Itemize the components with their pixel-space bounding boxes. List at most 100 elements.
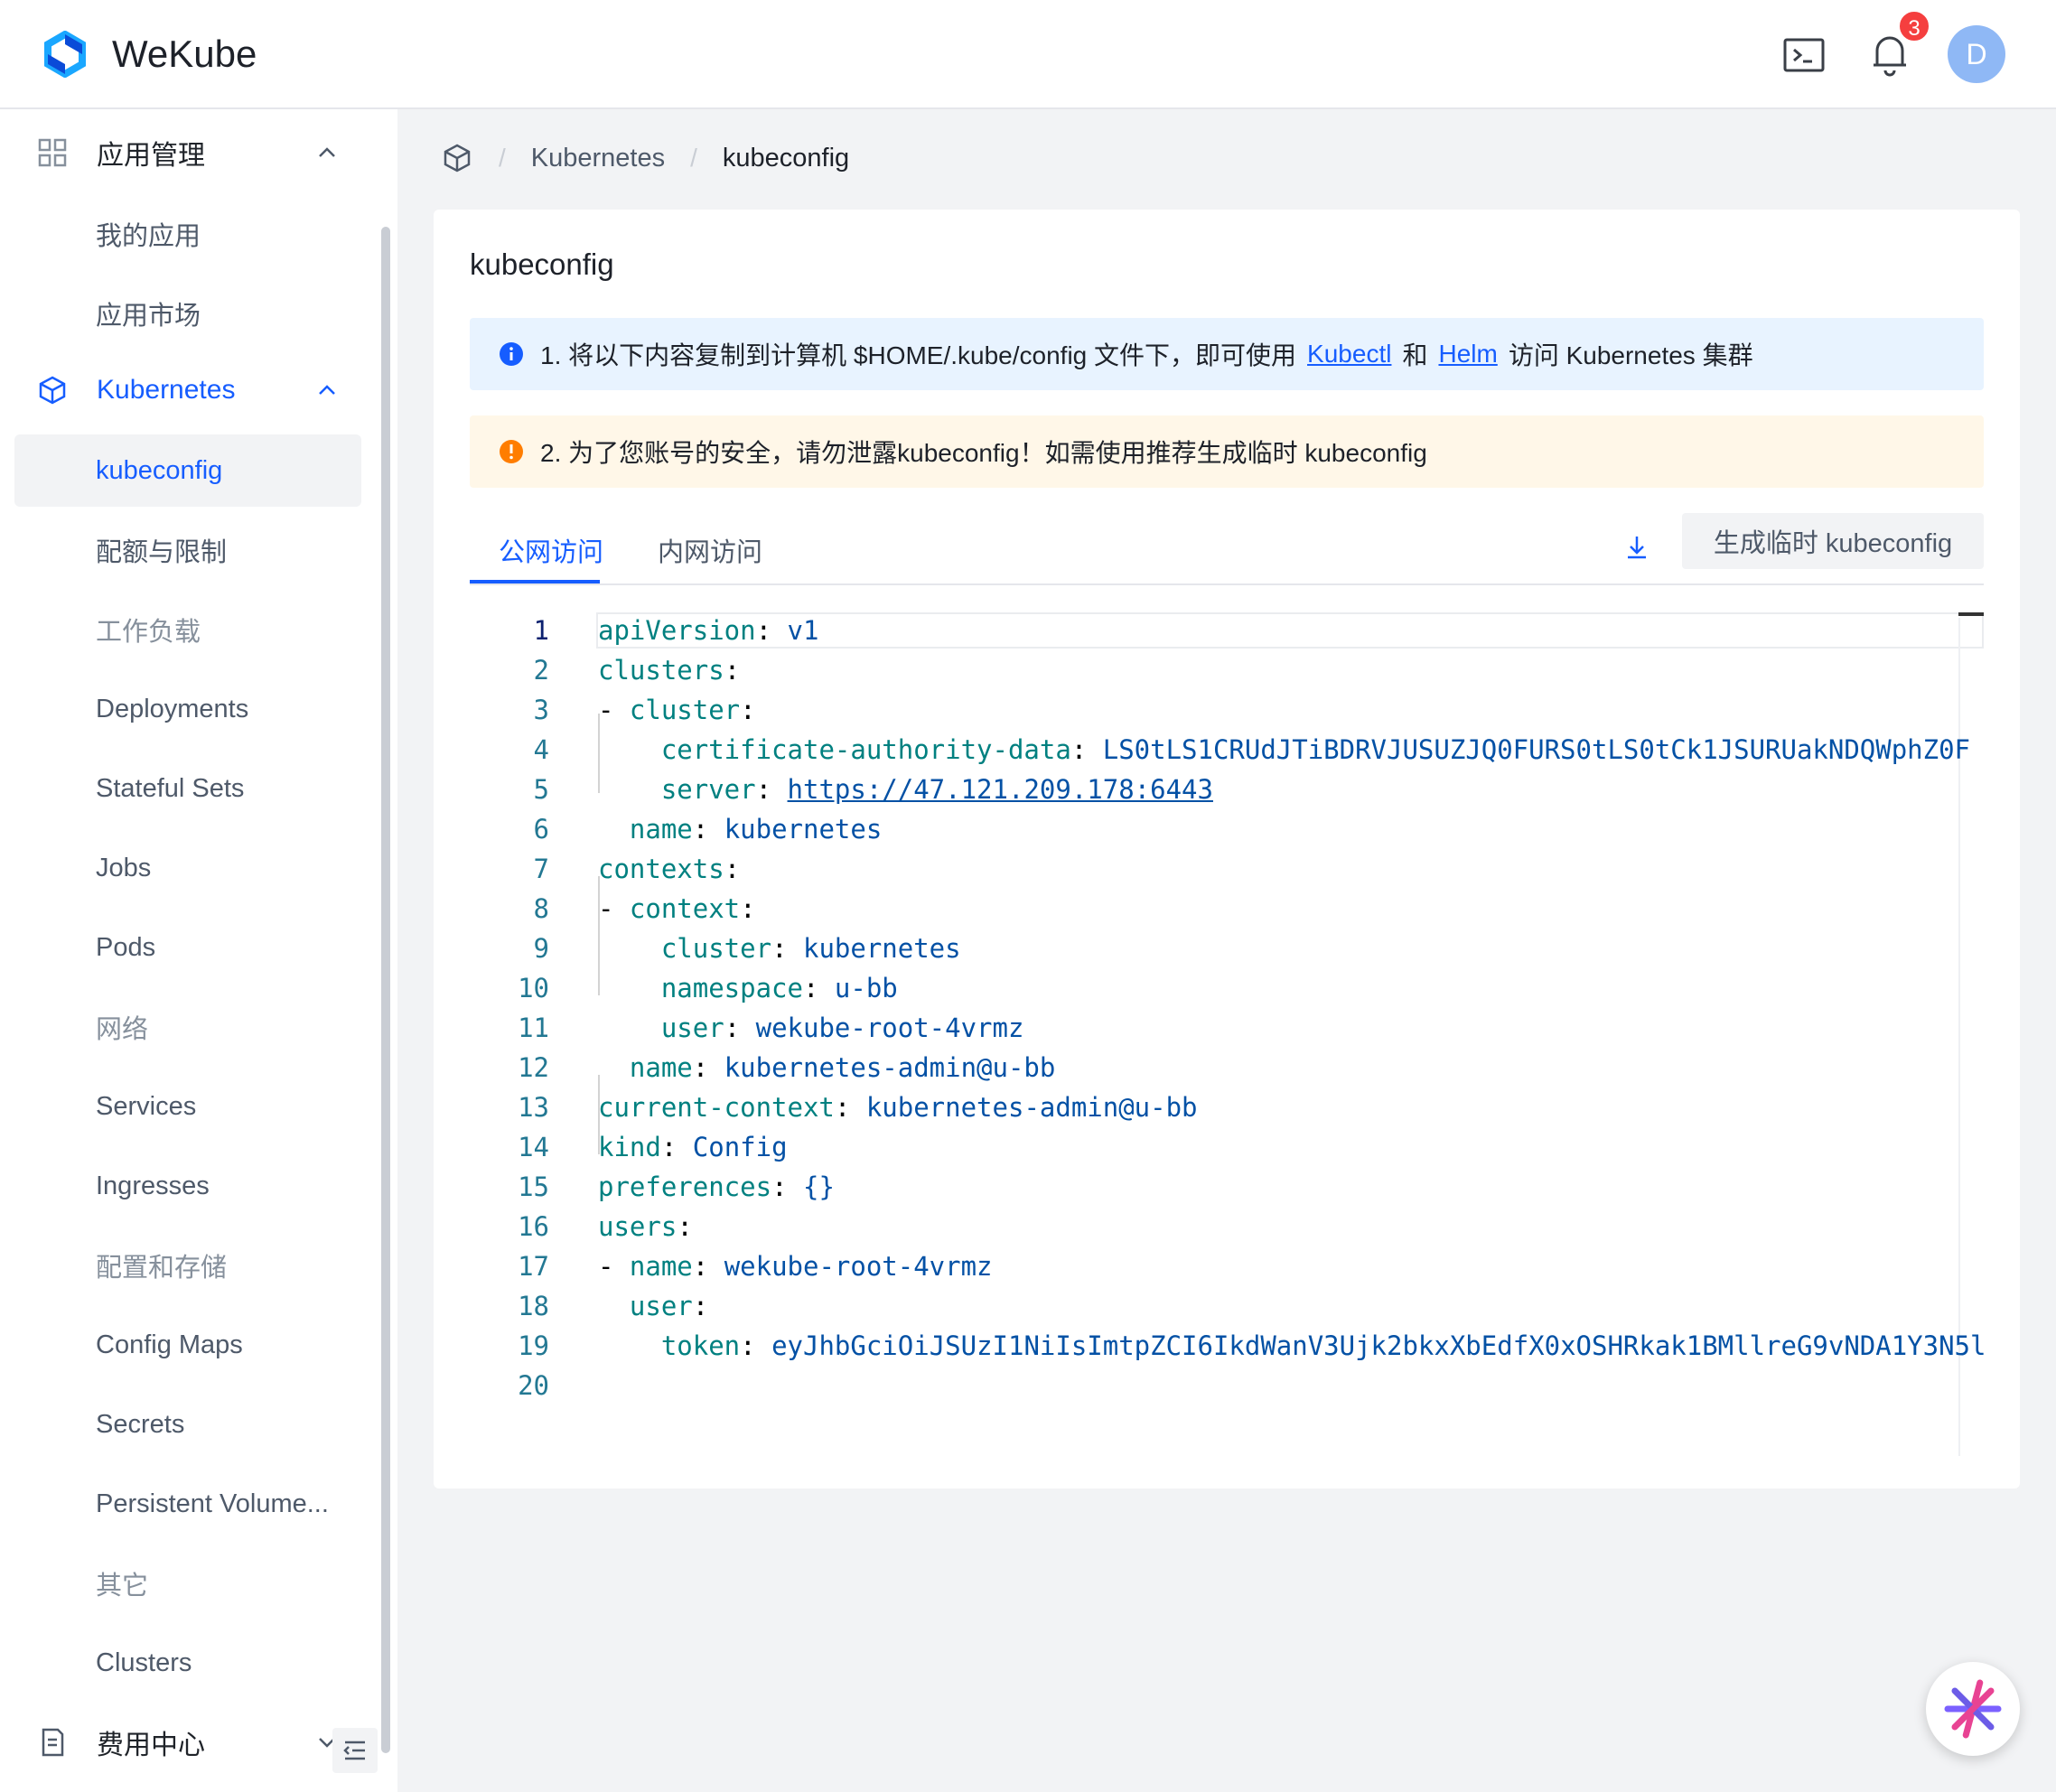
- yaml-key: user: [660, 1013, 724, 1043]
- line-number: 11: [518, 1013, 549, 1043]
- line-number: 6: [533, 814, 549, 845]
- code-line: 17 - name: wekube-root-4vrmz: [470, 1246, 1958, 1286]
- terminal-icon[interactable]: [1781, 33, 1827, 78]
- line-number: 3: [533, 695, 549, 725]
- code-line: 14 kind: Config: [470, 1127, 1958, 1167]
- yaml-key: certificate-authority-data: [660, 734, 1071, 765]
- yaml-key: namespace: [660, 973, 803, 1003]
- download-icon[interactable]: [1617, 527, 1657, 567]
- info-text-pre: 1. 将以下内容复制到计算机 $HOME/.kube/config 文件下，即可…: [540, 341, 1297, 369]
- server-url-link[interactable]: https://47.121.209.178:6443: [788, 774, 1213, 805]
- yaml-value: kubernetes: [724, 814, 883, 845]
- yaml-key: server: [660, 774, 756, 805]
- yaml-key: current-context: [598, 1092, 835, 1123]
- sidebar-category-other: 其它: [96, 1572, 149, 1601]
- yaml-value: kubernetes-admin@u-bb: [724, 1052, 1056, 1083]
- code-line: 11 user: wekube-root-4vrmz: [470, 1008, 1958, 1048]
- user-avatar[interactable]: D: [1948, 25, 2005, 83]
- wekube-logo: [44, 31, 86, 78]
- yaml-value: wekube-root-4vrmz: [755, 1013, 1024, 1043]
- sparkle-assistant-icon: [1944, 1679, 2002, 1739]
- sidebar-category-workloads: 工作负载: [96, 618, 201, 647]
- sidebar-item-app-market[interactable]: 应用市场: [14, 277, 361, 350]
- code-text: users:: [598, 1211, 693, 1242]
- yaml-key: name: [629, 1052, 693, 1083]
- cube-home-icon[interactable]: [441, 142, 473, 174]
- code-line: 15 preferences: {}: [470, 1167, 1958, 1207]
- code-text: apiVersion: v1: [598, 615, 819, 646]
- code-editor[interactable]: 1 apiVersion: v1 2 clusters: 3 - cluster: 4 ce…: [470, 607, 1984, 1456]
- sidebar: 应用管理 我的应用 应用市场 Kubernetes kubeconfig 配额与…: [0, 109, 397, 1792]
- code-line: 19 token: eyJhbGciOiJSUzI1NiIsImtpZCI6Ik…: [470, 1326, 1984, 1366]
- sidebar-group-app-mgmt[interactable]: 应用管理: [0, 113, 379, 192]
- sidebar-item-my-apps[interactable]: 我的应用: [14, 198, 361, 270]
- code-line: 13 current-context: kubernetes-admin@u-bb: [470, 1087, 1958, 1127]
- sidebar-item-secrets[interactable]: Secrets: [14, 1388, 361, 1461]
- line-number: 18: [518, 1291, 549, 1321]
- code-text: token: eyJhbGciOiJSUzI1NiIsImtpZCI6IkdWa…: [598, 1326, 1984, 1366]
- sidebar-group-label: 费用中心: [97, 1731, 205, 1760]
- notification-badge: 3: [1897, 9, 1931, 43]
- sidebar-group-billing[interactable]: 费用中心: [0, 1703, 379, 1782]
- app-title: WeKube: [112, 33, 257, 75]
- breadcrumb-kubernetes[interactable]: Kubernetes: [531, 144, 665, 173]
- sidebar-item-clusters[interactable]: Clusters: [14, 1627, 361, 1699]
- yaml-key: cluster: [629, 695, 741, 725]
- yaml-key: user: [629, 1291, 693, 1321]
- yaml-key: context: [629, 893, 741, 924]
- sidebar-item-services[interactable]: Services: [14, 1070, 361, 1143]
- line-number: 13: [518, 1092, 549, 1123]
- sidebar-item-pods[interactable]: Pods: [14, 911, 361, 984]
- collapse-sidebar-icon[interactable]: [332, 1728, 378, 1773]
- line-number: 19: [518, 1330, 549, 1361]
- scroll-marker: [1958, 612, 1984, 616]
- line-number: 8: [533, 893, 549, 924]
- yaml-key: name: [629, 1251, 693, 1282]
- code-line: 12 name: kubernetes-admin@u-bb: [470, 1048, 1958, 1087]
- sidebar-item-kubeconfig[interactable]: kubeconfig: [14, 434, 361, 507]
- line-number: 10: [518, 973, 549, 1003]
- code-line: 6 name: kubernetes: [470, 809, 1958, 849]
- code-text: namespace: u-bb: [660, 973, 898, 1003]
- tab-internal-access[interactable]: 内网访问: [658, 531, 762, 569]
- document-icon: [42, 1728, 64, 1757]
- sidebar-item-quota[interactable]: 配额与限制: [14, 514, 361, 586]
- info-icon: [500, 342, 523, 366]
- yaml-value: LS0tLS1CRUdJTiBDRVJUSUZJQ0FURS0tLS0tCk1J…: [1102, 734, 1971, 765]
- warning-icon: [500, 440, 523, 463]
- yaml-key: kind: [598, 1132, 661, 1162]
- breadcrumb: / Kubernetes / kubeconfig: [441, 135, 849, 181]
- sidebar-scrollbar[interactable]: [381, 227, 390, 1753]
- yaml-value: kubernetes-admin@u-bb: [865, 1092, 1198, 1123]
- sidebar-item-config-maps[interactable]: Config Maps: [14, 1309, 361, 1381]
- sidebar-item-ingresses[interactable]: Ingresses: [14, 1150, 361, 1222]
- code-line: 16 users:: [470, 1207, 1958, 1246]
- yaml-key: contexts: [598, 854, 724, 884]
- grid-icon: [38, 138, 67, 167]
- tab-public-access[interactable]: 公网访问: [499, 531, 603, 569]
- kubectl-link[interactable]: Kubectl: [1307, 340, 1391, 369]
- code-line: 3 - cluster:: [470, 690, 1958, 730]
- yaml-value: {}: [803, 1171, 835, 1202]
- yaml-value: u-bb: [834, 973, 898, 1003]
- sidebar-item-jobs[interactable]: Jobs: [14, 832, 361, 904]
- yaml-key: users: [598, 1211, 678, 1242]
- yaml-value: wekube-root-4vrmz: [724, 1251, 993, 1282]
- assistant-fab[interactable]: [1926, 1662, 2020, 1756]
- yaml-value: eyJhbGciOiJSUzI1NiIsImtpZCI6IkdWanV3Ujk2…: [771, 1330, 1984, 1361]
- helm-link[interactable]: Helm: [1438, 340, 1497, 369]
- info-alert: 1. 将以下内容复制到计算机 $HOME/.kube/config 文件下，即可…: [470, 318, 1984, 390]
- sidebar-item-stateful-sets[interactable]: Stateful Sets: [14, 752, 361, 825]
- sidebar-item-persistent-volumes[interactable]: Persistent Volume...: [14, 1468, 361, 1540]
- code-text: clusters:: [598, 655, 741, 686]
- sidebar-item-deployments[interactable]: Deployments: [14, 673, 361, 745]
- code-text: - name: wekube-root-4vrmz: [598, 1251, 993, 1282]
- access-tabs: 公网访问 内网访问 生成临时 kubeconfig: [470, 513, 1984, 585]
- code-line: 7 contexts:: [470, 849, 1958, 889]
- generate-temp-kubeconfig-button[interactable]: 生成临时 kubeconfig: [1682, 513, 1984, 569]
- top-header: WeKube 3 D: [0, 0, 2056, 109]
- info-text-mid: 和: [1402, 341, 1428, 369]
- sidebar-group-kubernetes[interactable]: Kubernetes: [0, 350, 379, 430]
- code-line: 8 - context:: [470, 889, 1958, 929]
- yaml-key: preferences: [598, 1171, 772, 1202]
